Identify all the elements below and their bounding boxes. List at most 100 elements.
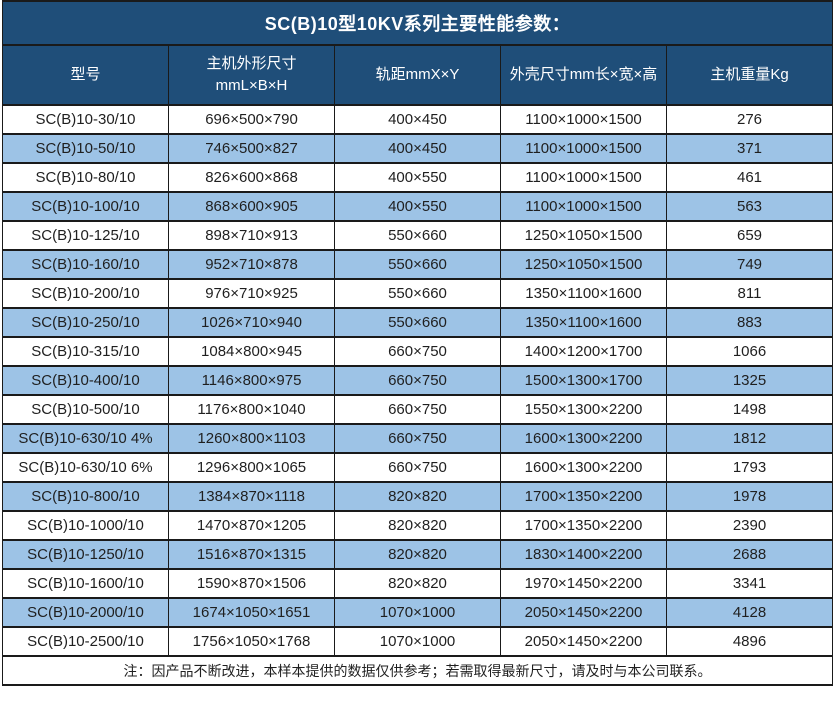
col-header-model: 型号 <box>3 45 169 105</box>
table-cell: SC(B)10-50/10 <box>3 134 169 163</box>
table-footer: 注：因产品不断改进，本样本提供的数据仅供参考；若需取得最新尺寸，请及时与本公司联… <box>3 656 833 685</box>
table-cell: 1070×1000 <box>335 598 501 627</box>
header-row: 型号 主机外形尺寸 mmL×B×H 轨距mmX×Y 外壳尺寸mm长×宽×高 主机… <box>3 45 833 105</box>
table-row: SC(B)10-500/101176×800×1040660×7501550×1… <box>3 395 833 424</box>
table-cell: 1674×1050×1651 <box>169 598 335 627</box>
table-cell: 2390 <box>667 511 833 540</box>
table-cell: 1100×1000×1500 <box>501 192 667 221</box>
page-title: SC(B)10型10KV系列主要性能参数： <box>2 0 833 44</box>
table-cell: 660×750 <box>335 424 501 453</box>
table-cell: 826×600×868 <box>169 163 335 192</box>
table-row: SC(B)10-400/101146×800×975660×7501500×13… <box>3 366 833 395</box>
table-cell: 4128 <box>667 598 833 627</box>
table-cell: 1793 <box>667 453 833 482</box>
table-cell: SC(B)10-630/10 6% <box>3 453 169 482</box>
table-cell: 400×550 <box>335 163 501 192</box>
table-cell: 1600×1300×2200 <box>501 453 667 482</box>
table-cell: SC(B)10-1000/10 <box>3 511 169 540</box>
col-header-shell-dimensions: 外壳尺寸mm长×宽×高 <box>501 45 667 105</box>
table-cell: 3341 <box>667 569 833 598</box>
table-cell: 1070×1000 <box>335 627 501 656</box>
table-cell: 1470×870×1205 <box>169 511 335 540</box>
footnote: 注：因产品不断改进，本样本提供的数据仅供参考；若需取得最新尺寸，请及时与本公司联… <box>3 656 833 685</box>
table-cell: 1100×1000×1500 <box>501 105 667 134</box>
table-cell: 1830×1400×2200 <box>501 540 667 569</box>
table-cell: SC(B)10-500/10 <box>3 395 169 424</box>
table-cell: 820×820 <box>335 482 501 511</box>
table-cell: 1384×870×1118 <box>169 482 335 511</box>
table-cell: SC(B)10-630/10 4% <box>3 424 169 453</box>
table-cell: 820×820 <box>335 569 501 598</box>
table-cell: 660×750 <box>335 453 501 482</box>
spec-sheet: SC(B)10型10KV系列主要性能参数： 型号 主机外形尺寸 mmL×B×H … <box>2 0 833 686</box>
table-row: SC(B)10-50/10746×500×827400×4501100×1000… <box>3 134 833 163</box>
table-cell: SC(B)10-800/10 <box>3 482 169 511</box>
table-cell: 659 <box>667 221 833 250</box>
table-row: SC(B)10-1000/101470×870×1205820×8201700×… <box>3 511 833 540</box>
table-cell: 749 <box>667 250 833 279</box>
table-cell: 1756×1050×1768 <box>169 627 335 656</box>
table-cell: 1176×800×1040 <box>169 395 335 424</box>
table-cell: 4896 <box>667 627 833 656</box>
table-cell: SC(B)10-1600/10 <box>3 569 169 598</box>
table-row: SC(B)10-160/10952×710×878550×6601250×105… <box>3 250 833 279</box>
table-cell: SC(B)10-2000/10 <box>3 598 169 627</box>
table-header: 型号 主机外形尺寸 mmL×B×H 轨距mmX×Y 外壳尺寸mm长×宽×高 主机… <box>3 45 833 105</box>
table-cell: SC(B)10-30/10 <box>3 105 169 134</box>
table-cell: 1250×1050×1500 <box>501 250 667 279</box>
table-row: SC(B)10-200/10976×710×925550×6601350×110… <box>3 279 833 308</box>
table-row: SC(B)10-100/10868×600×905400×5501100×100… <box>3 192 833 221</box>
spec-table: 型号 主机外形尺寸 mmL×B×H 轨距mmX×Y 外壳尺寸mm长×宽×高 主机… <box>2 44 833 686</box>
table-cell: SC(B)10-1250/10 <box>3 540 169 569</box>
table-cell: 563 <box>667 192 833 221</box>
table-cell: 696×500×790 <box>169 105 335 134</box>
table-cell: 898×710×913 <box>169 221 335 250</box>
table-cell: 868×600×905 <box>169 192 335 221</box>
table-cell: 1700×1350×2200 <box>501 511 667 540</box>
col-header-weight: 主机重量Kg <box>667 45 833 105</box>
table-cell: 371 <box>667 134 833 163</box>
col-header-main-dimensions: 主机外形尺寸 mmL×B×H <box>169 45 335 105</box>
table-row: SC(B)10-2000/101674×1050×16511070×100020… <box>3 598 833 627</box>
table-cell: 820×820 <box>335 511 501 540</box>
table-cell: 1325 <box>667 366 833 395</box>
table-cell: 1066 <box>667 337 833 366</box>
table-cell: 811 <box>667 279 833 308</box>
table-cell: 1146×800×975 <box>169 366 335 395</box>
table-cell: 660×750 <box>335 395 501 424</box>
table-cell: 461 <box>667 163 833 192</box>
table-cell: SC(B)10-2500/10 <box>3 627 169 656</box>
table-cell: 883 <box>667 308 833 337</box>
table-cell: SC(B)10-200/10 <box>3 279 169 308</box>
table-cell: 550×660 <box>335 308 501 337</box>
table-cell: 1812 <box>667 424 833 453</box>
table-cell: 2688 <box>667 540 833 569</box>
table-cell: 1260×800×1103 <box>169 424 335 453</box>
table-cell: 1970×1450×2200 <box>501 569 667 598</box>
table-body: SC(B)10-30/10696×500×790400×4501100×1000… <box>3 105 833 656</box>
table-row: SC(B)10-2500/101756×1050×17681070×100020… <box>3 627 833 656</box>
table-cell: 1600×1300×2200 <box>501 424 667 453</box>
table-row: SC(B)10-630/10 4%1260×800×1103660×750160… <box>3 424 833 453</box>
table-cell: 550×660 <box>335 250 501 279</box>
table-cell: 820×820 <box>335 540 501 569</box>
table-row: SC(B)10-1600/101590×870×1506820×8201970×… <box>3 569 833 598</box>
table-cell: SC(B)10-80/10 <box>3 163 169 192</box>
table-cell: 1700×1350×2200 <box>501 482 667 511</box>
table-row: SC(B)10-1250/101516×870×1315820×8201830×… <box>3 540 833 569</box>
table-cell: SC(B)10-100/10 <box>3 192 169 221</box>
table-cell: 2050×1450×2200 <box>501 598 667 627</box>
table-cell: 400×450 <box>335 134 501 163</box>
table-cell: 1296×800×1065 <box>169 453 335 482</box>
table-cell: 276 <box>667 105 833 134</box>
table-cell: 1590×870×1506 <box>169 569 335 598</box>
table-cell: 1350×1100×1600 <box>501 308 667 337</box>
table-cell: 400×550 <box>335 192 501 221</box>
table-cell: 1498 <box>667 395 833 424</box>
table-cell: 952×710×878 <box>169 250 335 279</box>
table-cell: 1084×800×945 <box>169 337 335 366</box>
col-header-main-dimensions-line2: mmL×B×H <box>216 77 288 94</box>
table-row: SC(B)10-315/101084×800×945660×7501400×12… <box>3 337 833 366</box>
table-cell: 1100×1000×1500 <box>501 134 667 163</box>
table-cell: 1550×1300×2200 <box>501 395 667 424</box>
